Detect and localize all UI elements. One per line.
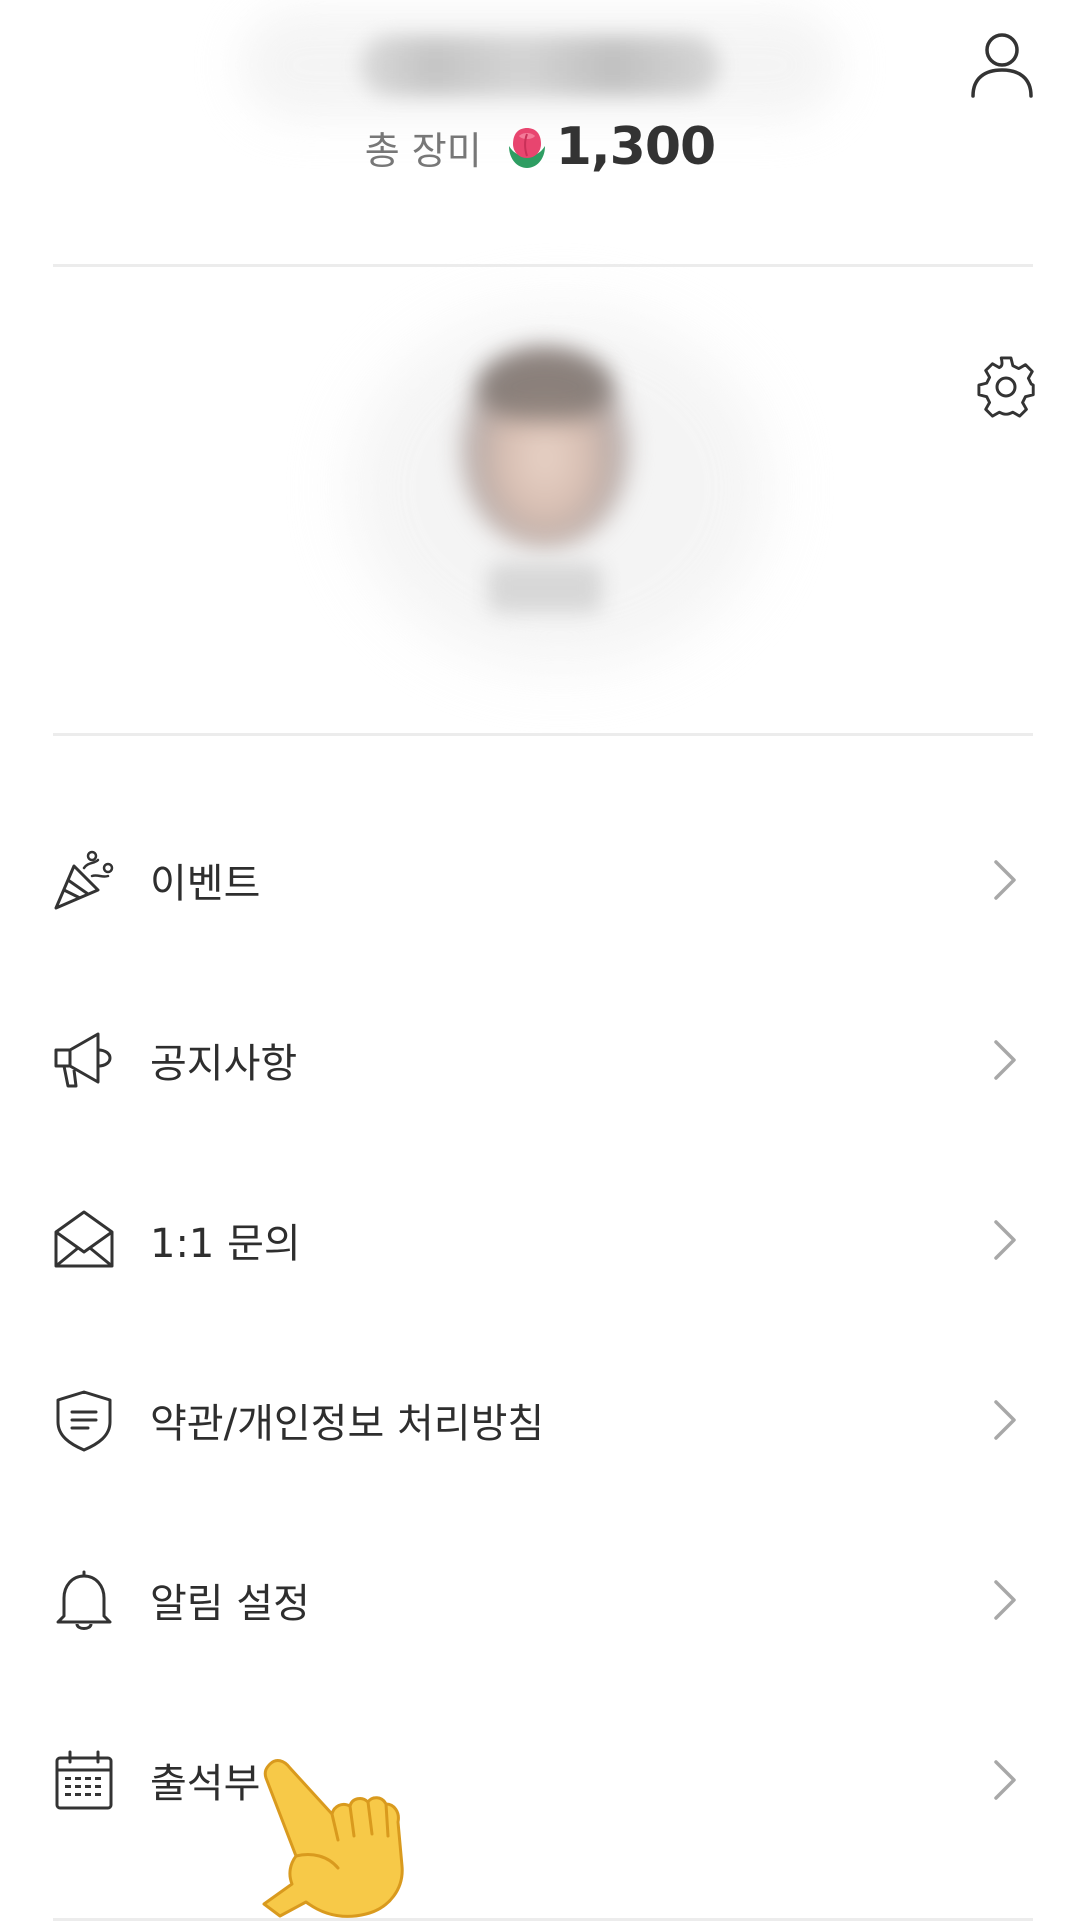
menu-item-label: 공지사항	[150, 1041, 298, 1087]
avatar-hair-blur	[478, 350, 612, 420]
blurred-nickname	[488, 563, 602, 613]
menu-list: 이벤트 공지사항 1:1 문의 약관/개인정보 처리방침 알림 설정 출석부	[0, 790, 1080, 1870]
pointing-hand-icon	[262, 1756, 422, 1921]
menu-item-label: 알림 설정	[150, 1581, 310, 1627]
chevron-right-icon	[990, 1578, 1020, 1622]
menu-item-label: 1:1 문의	[150, 1221, 301, 1267]
gear-icon[interactable]	[976, 356, 1038, 418]
chevron-right-icon	[990, 1758, 1020, 1802]
chevron-right-icon	[990, 1038, 1020, 1082]
calendar-icon	[52, 1748, 116, 1812]
divider-middle	[53, 733, 1033, 736]
menu-item-label: 이벤트	[150, 861, 261, 907]
total-roses-value: 1,300	[555, 117, 716, 177]
profile-section	[0, 268, 1080, 730]
user-profile-icon[interactable]	[970, 30, 1034, 100]
chevron-right-icon	[990, 1398, 1020, 1442]
envelope-icon	[52, 1208, 116, 1272]
chevron-right-icon	[990, 858, 1020, 902]
megaphone-icon	[52, 1028, 116, 1092]
header: 총 장미 1,300	[0, 0, 1080, 264]
bell-icon	[52, 1568, 116, 1632]
chevron-right-icon	[990, 1218, 1020, 1262]
menu-item-terms[interactable]: 약관/개인정보 처리방침	[0, 1330, 1080, 1510]
menu-item-label: 출석부	[150, 1761, 261, 1807]
menu-item-notification-settings[interactable]: 알림 설정	[0, 1510, 1080, 1690]
menu-item-notice[interactable]: 공지사항	[0, 970, 1080, 1150]
party-popper-icon	[52, 848, 116, 912]
menu-item-label: 약관/개인정보 처리방침	[150, 1401, 545, 1447]
total-roses-row: 총 장미 1,300	[0, 112, 1080, 182]
menu-item-attendance[interactable]: 출석부	[0, 1690, 1080, 1870]
menu-item-inquiry[interactable]: 1:1 문의	[0, 1150, 1080, 1330]
blurred-username	[360, 36, 720, 96]
shield-document-icon	[52, 1388, 116, 1452]
divider-top	[53, 264, 1033, 267]
menu-item-event[interactable]: 이벤트	[0, 790, 1080, 970]
total-roses-label: 총 장미	[364, 128, 482, 173]
rose-icon	[504, 124, 550, 170]
